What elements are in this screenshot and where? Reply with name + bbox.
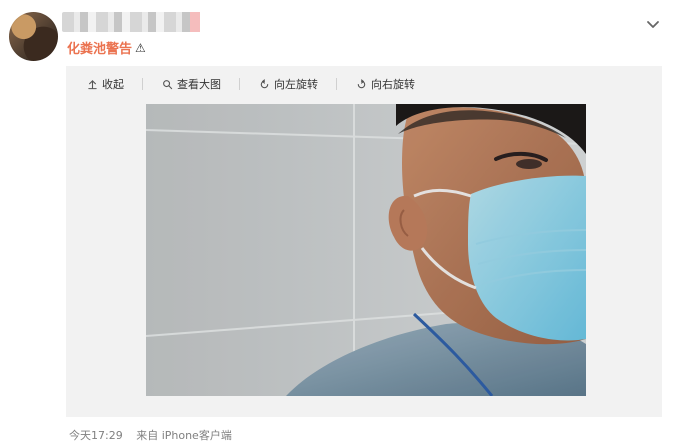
- toolbar-rotate-right[interactable]: 向右旋转: [355, 76, 415, 92]
- collapse-icon: [86, 78, 98, 90]
- toolbar-divider: [142, 78, 143, 90]
- blurred-username[interactable]: [62, 12, 200, 32]
- chevron-down-icon: [647, 21, 659, 28]
- toolbar-rotate-left[interactable]: 向左旋转: [258, 76, 318, 92]
- toolbar-label: 收起: [102, 78, 124, 91]
- post-meta: 今天17:29 来自 iPhone客户端: [69, 427, 232, 443]
- post-title-line: 化粪池警告 ⚠: [67, 38, 146, 58]
- toolbar-collapse[interactable]: 收起: [86, 76, 124, 92]
- toolbar-label: 向左旋转: [274, 78, 318, 91]
- account-title[interactable]: 化粪池警告: [67, 38, 132, 57]
- image-toolbar: 收起 查看大图 向左旋转 向右旋转: [86, 76, 415, 92]
- chevron-down-button[interactable]: [641, 12, 665, 36]
- post-time[interactable]: 今天17:29: [69, 429, 123, 442]
- rotate-left-icon: [258, 78, 270, 90]
- toolbar-view-large[interactable]: 查看大图: [161, 76, 221, 92]
- post-image[interactable]: [146, 104, 586, 396]
- search-icon: [161, 78, 173, 90]
- toolbar-divider: [239, 78, 240, 90]
- toolbar-divider: [336, 78, 337, 90]
- warning-icon: ⚠: [135, 40, 146, 55]
- rotate-right-icon: [355, 78, 367, 90]
- photo-illustration: [146, 104, 586, 396]
- avatar[interactable]: [9, 12, 58, 61]
- toolbar-label: 向右旋转: [371, 78, 415, 91]
- media-card: 收起 查看大图 向左旋转 向右旋转: [66, 66, 662, 417]
- post-source[interactable]: 来自 iPhone客户端: [136, 429, 232, 442]
- toolbar-label: 查看大图: [177, 78, 221, 91]
